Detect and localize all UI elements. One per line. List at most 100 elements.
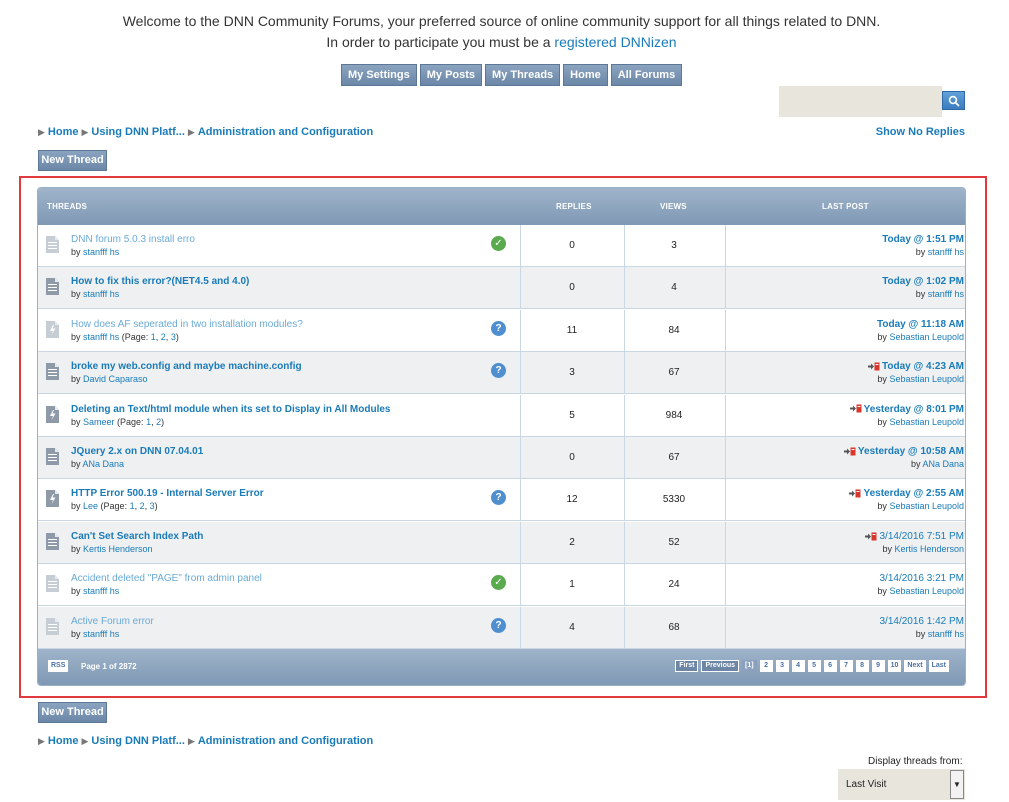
thread-author-link[interactable]: stanfff hs (83, 586, 119, 596)
breadcrumb-using-dnn[interactable]: Using DNN Platf... (91, 126, 185, 138)
thread-title-link[interactable]: JQuery 2.x on DNN 07.04.01 (71, 446, 203, 457)
my-posts-button[interactable]: My Posts (419, 64, 483, 86)
last-post-link[interactable]: Yesterday @ 8:01 PM (864, 404, 964, 415)
last-post-date: Today @ 11:18 AM (877, 319, 964, 330)
breadcrumb-admin-config[interactable]: Administration and Configuration (198, 126, 373, 138)
page-8-button[interactable]: 8 (855, 660, 869, 672)
home-button[interactable]: Home (563, 64, 608, 86)
thread-title-link[interactable]: Deleting an Text/html module when its se… (71, 404, 390, 415)
new-post-icon[interactable] (868, 362, 880, 371)
thread-title-link[interactable]: Can't Set Search Index Path (71, 531, 203, 542)
my-settings-button[interactable]: My Settings (341, 64, 417, 86)
page-9-button[interactable]: 9 (871, 660, 885, 672)
breadcrumb-home[interactable]: Home (48, 735, 79, 747)
thread-author-link[interactable]: stanfff hs (83, 629, 119, 639)
page-2-button[interactable]: 2 (759, 660, 773, 672)
search-input[interactable] (779, 86, 942, 117)
page-10-button[interactable]: 10 (887, 660, 902, 672)
last-post-author-link[interactable]: stanfff hs (928, 629, 964, 639)
new-post-icon[interactable] (849, 404, 862, 413)
cell-divider (520, 437, 521, 478)
last-post-author-link[interactable]: stanfff hs (928, 289, 964, 299)
last-post-author-link[interactable]: stanfff hs (928, 247, 964, 257)
page-4-button[interactable]: 4 (791, 660, 805, 672)
thread-author-link[interactable]: David Caparaso (83, 374, 148, 384)
last-post-date: 3/14/2016 1:42 PM (879, 616, 964, 627)
thread-title-link[interactable]: Active Forum error (71, 616, 154, 627)
dropdown-arrow-icon[interactable]: ▼ (950, 770, 964, 799)
crumb-arrow-icon: ▶ (81, 126, 89, 137)
cell-divider (725, 309, 726, 351)
breadcrumb-admin-config[interactable]: Administration and Configuration (198, 735, 373, 747)
search-button[interactable] (942, 91, 965, 110)
page-5-button[interactable]: 5 (807, 660, 821, 672)
thread-title-link[interactable]: How to fix this error?(NET4.5 and 4.0) (71, 276, 249, 287)
new-post-icon[interactable] (849, 489, 861, 498)
breadcrumb: ▶ Home ▶ Using DNN Platf... ▶ Administra… (38, 126, 373, 138)
new-post-icon[interactable] (865, 532, 877, 541)
last-post-link[interactable]: Today @ 11:18 AM (877, 319, 964, 330)
thread-author-link[interactable]: stanfff hs (83, 289, 119, 299)
last-post-author-link[interactable]: Sebastian Leupold (889, 374, 964, 384)
last-post-link[interactable]: 3/14/2016 1:42 PM (879, 616, 964, 627)
page-7-button[interactable]: 7 (839, 660, 853, 672)
thread-author-link[interactable]: stanfff hs (83, 332, 119, 342)
my-threads-button[interactable]: My Threads (485, 64, 561, 86)
thread-title-link[interactable]: Accident deleted "PAGE" from admin panel (71, 573, 262, 584)
page-6-button[interactable]: 6 (823, 660, 837, 672)
new-thread-button-bottom[interactable]: New Thread (38, 702, 107, 723)
last-post-link[interactable]: Today @ 1:02 PM (882, 276, 964, 287)
views-count: 984 (665, 409, 683, 421)
last-post-link[interactable]: 3/14/2016 7:51 PM (879, 531, 964, 542)
display-threads-select[interactable]: Last Visit ▼ (838, 769, 965, 800)
last-post-link[interactable]: Yesterday @ 10:58 AM (858, 446, 964, 457)
table-row: DNN forum 5.0.3 install erro by stanfff h… (38, 225, 965, 267)
last-post-author-link[interactable]: Kertis Henderson (894, 544, 964, 554)
cell-divider (624, 437, 625, 478)
rss-button[interactable]: RSS (48, 660, 69, 672)
last-post-link[interactable]: Today @ 1:51 PM (882, 234, 964, 245)
thread-author-link[interactable]: stanfff hs (83, 247, 119, 257)
last-post-author-link[interactable]: Sebastian Leupold (889, 501, 964, 511)
last-post-author-link[interactable]: Sebastian Leupold (889, 332, 964, 342)
cell-divider (520, 521, 521, 563)
thread-byline: by David Caparaso (71, 374, 148, 384)
first-page-button[interactable]: First (675, 660, 699, 672)
new-post-icon[interactable] (843, 447, 856, 456)
new-thread-button[interactable]: New Thread (38, 150, 107, 171)
last-post-link[interactable]: 3/14/2016 3:21 PM (879, 573, 964, 584)
thread-author-link[interactable]: ANa Dana (83, 459, 125, 469)
last-post-author-link[interactable]: Sebastian Leupold (889, 586, 964, 596)
registered-link[interactable]: registered DNNizen (554, 34, 676, 50)
last-page-button[interactable]: Last (928, 660, 949, 672)
byline-prefix: by (71, 416, 84, 427)
thread-author-link[interactable]: Sameer (83, 417, 115, 427)
thread-author-link[interactable]: Lee (83, 501, 98, 511)
replies-count: 4 (569, 621, 575, 633)
byline-prefix: by (71, 586, 84, 597)
last-post-author-link[interactable]: ANa Dana (922, 459, 964, 469)
last-post-byline: by Sebastian Leupold (877, 586, 964, 596)
last-post-link[interactable]: Yesterday @ 2:55 AM (863, 488, 964, 499)
thread-title-link[interactable]: HTTP Error 500.19 - Internal Server Erro… (71, 488, 264, 499)
next-page-button[interactable]: Next (904, 660, 926, 672)
last-post-date: 3/14/2016 3:21 PM (879, 573, 964, 584)
show-no-replies-link[interactable]: Show No Replies (876, 126, 965, 138)
thread-title-link[interactable]: broke my web.config and maybe machine.co… (71, 361, 302, 372)
last-post-byline: by ANa Dana (911, 459, 964, 469)
thread-title-link[interactable]: How does AF seperated in two installatio… (71, 319, 303, 330)
replies-count: 5 (569, 409, 575, 421)
breadcrumb-home[interactable]: Home (48, 126, 79, 138)
all-forums-button[interactable]: All Forums (610, 64, 683, 86)
byline-prefix: by (877, 374, 890, 385)
previous-page-button[interactable]: Previous (701, 660, 740, 672)
byline-prefix: by (877, 501, 890, 512)
last-post-author-link[interactable]: Sebastian Leupold (889, 417, 964, 427)
last-post-link[interactable]: Today @ 4:23 AM (882, 361, 964, 372)
page-3-button[interactable]: 3 (775, 660, 789, 672)
thread-title-link[interactable]: DNN forum 5.0.3 install erro (71, 234, 195, 245)
cell-divider (520, 606, 521, 648)
breadcrumb-using-dnn[interactable]: Using DNN Platf... (91, 735, 185, 747)
byline-prefix: by (71, 501, 84, 512)
thread-author-link[interactable]: Kertis Henderson (83, 544, 153, 554)
